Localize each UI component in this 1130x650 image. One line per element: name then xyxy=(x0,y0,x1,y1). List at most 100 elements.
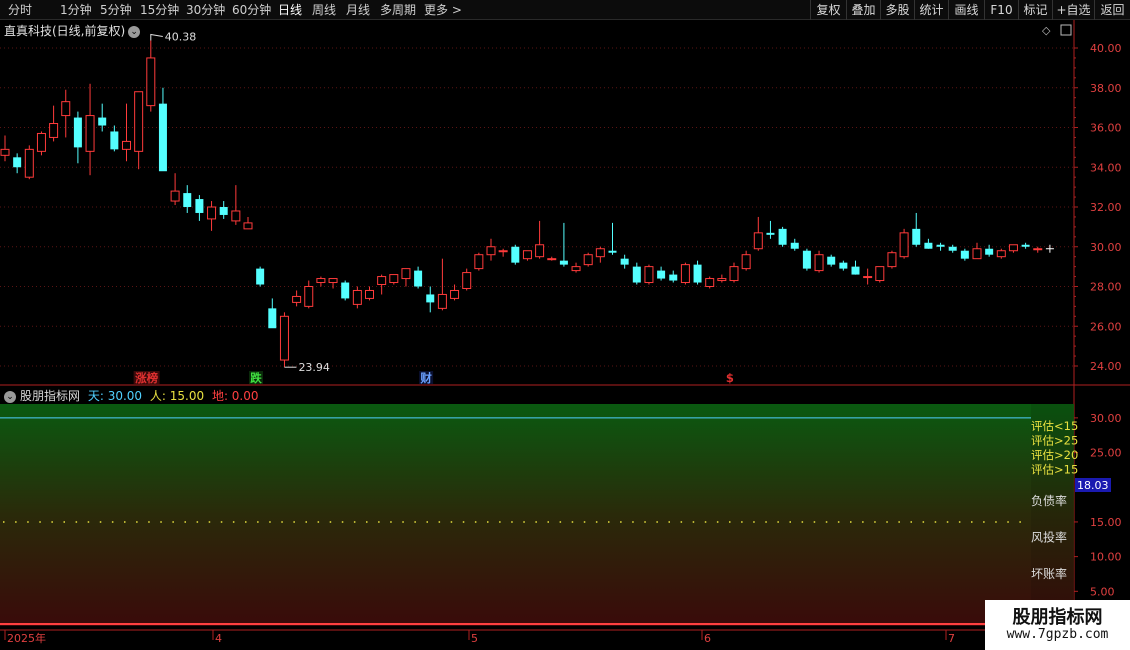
low-price-label: 23.94 xyxy=(298,361,330,374)
price-tick-label: 28.00 xyxy=(1090,281,1122,294)
period-tab-15min[interactable]: 15分钟 xyxy=(140,2,179,18)
period-tab-fenshi[interactable]: 分时 xyxy=(8,2,32,18)
current-value-label: 18.03 xyxy=(1077,479,1109,492)
current-value-box xyxy=(1075,478,1111,492)
chart-canvas: 40.00 38.00 36.00 34.00 32.00 30.00 28.00 26.00… xyxy=(0,20,1130,645)
candle-body xyxy=(1033,248,1043,251)
candle-body xyxy=(486,246,496,256)
candle-body xyxy=(741,254,751,270)
event-marker: 涨榜 xyxy=(135,371,158,385)
restore-rights-button[interactable]: 复权 xyxy=(810,0,846,20)
candle-body xyxy=(195,199,204,213)
indicator-tick-label: 15.00 xyxy=(1090,516,1122,529)
period-tab-monthly[interactable]: 月线 xyxy=(346,2,370,18)
candle-body xyxy=(73,117,82,148)
price-tick-label: 30.00 xyxy=(1090,241,1122,254)
candle-body xyxy=(960,250,969,259)
candle-body xyxy=(256,268,265,285)
candle-body xyxy=(279,315,289,361)
candle-body xyxy=(583,254,593,266)
candle-body xyxy=(729,266,739,282)
stock-chart-window: 分时 1分钟 5分钟 15分钟 30分钟 60分钟 日线 周线 月线 多周期 更… xyxy=(0,0,1130,650)
candle-body xyxy=(98,117,107,126)
period-tab-weekly[interactable]: 周线 xyxy=(312,2,336,18)
candle-body xyxy=(996,250,1006,258)
stock-name-label: 直真科技(日线,前复权) xyxy=(4,24,126,38)
multi-stock-button[interactable]: 多股 xyxy=(880,0,914,20)
candle-body xyxy=(924,242,933,249)
candle-body xyxy=(851,266,860,275)
candle-body xyxy=(292,295,302,303)
candle-body xyxy=(790,242,799,249)
draw-line-button[interactable]: 画线 xyxy=(948,0,984,20)
candle-body xyxy=(110,131,119,150)
candle-body xyxy=(352,289,362,305)
candle-body xyxy=(887,252,897,268)
candle-body xyxy=(401,268,411,280)
price-tick-label: 38.00 xyxy=(1090,82,1122,95)
candle-body xyxy=(1021,244,1030,247)
watermark-title: 股朋指标网 xyxy=(1012,607,1103,628)
add-watchlist-button[interactable]: +自选 xyxy=(1052,0,1094,20)
candle-body xyxy=(243,222,253,230)
indicator-gradient-area xyxy=(0,404,1031,626)
indicator-tick-label: 30.00 xyxy=(1090,412,1122,425)
candle-body xyxy=(753,232,763,250)
candle-body xyxy=(511,246,520,263)
period-tab-multi[interactable]: 多周期 xyxy=(380,2,416,18)
rate-label: 坏账率 xyxy=(1031,566,1067,581)
period-tab-60min[interactable]: 60分钟 xyxy=(232,2,271,18)
candle-body xyxy=(158,103,167,172)
event-marker-bg xyxy=(249,371,263,384)
period-toolbar: 分时 1分钟 5分钟 15分钟 30分钟 60分钟 日线 周线 月线 多周期 更… xyxy=(0,0,1130,20)
candle-body xyxy=(61,101,71,117)
candle-body xyxy=(693,264,702,283)
f10-button[interactable]: F10 xyxy=(984,0,1018,20)
chevron-down-icon[interactable]: ⌄ xyxy=(4,390,16,403)
time-tick-label: 7 xyxy=(948,632,955,645)
candle-body xyxy=(535,244,545,258)
stock-title: 直真科技(日线,前复权) ⌄ xyxy=(4,22,141,39)
candle-body xyxy=(426,294,435,303)
candle-body xyxy=(608,250,617,253)
candle-body xyxy=(899,232,909,258)
candle-body xyxy=(414,270,423,287)
period-tab-daily[interactable]: 日线 xyxy=(278,2,302,18)
candle-body xyxy=(972,248,982,260)
event-marker-bg xyxy=(722,371,737,384)
indicator-title: ⌄ 股朋指标网 天: 30.00 人: 15.00 地: 0.00 xyxy=(4,387,259,404)
candle-body xyxy=(146,57,156,107)
candle-body xyxy=(49,123,59,138)
candle-body xyxy=(183,193,192,207)
price-tick-label: 26.00 xyxy=(1090,320,1122,333)
candle-body xyxy=(170,190,180,202)
di-value-label: 地: 0.00 xyxy=(211,389,259,403)
mark-button[interactable]: 标记 xyxy=(1018,0,1052,20)
candle-body xyxy=(498,250,508,253)
eval-label: 评估>25 xyxy=(1031,434,1078,448)
candle-body xyxy=(632,266,641,283)
indicator-tick-label: 25.00 xyxy=(1090,447,1122,460)
back-button[interactable]: 返回 xyxy=(1094,0,1130,20)
chevron-down-icon[interactable]: ⌄ xyxy=(128,25,141,38)
overlay-button[interactable]: 叠加 xyxy=(846,0,880,20)
period-tab-5min[interactable]: 5分钟 xyxy=(100,2,132,18)
candle-body xyxy=(657,270,666,279)
candle-body xyxy=(522,250,532,260)
candle-body xyxy=(122,140,131,150)
candle-body xyxy=(304,286,314,307)
candle-body xyxy=(365,289,374,299)
indicator-tick-label: 5.00 xyxy=(1090,585,1115,598)
period-tab-1min[interactable]: 1分钟 xyxy=(60,2,92,18)
period-tab-more[interactable]: 更多 > xyxy=(424,2,462,18)
statistics-button[interactable]: 统计 xyxy=(914,0,948,20)
candle-body xyxy=(839,262,848,269)
candle-body xyxy=(450,289,460,299)
candle-body xyxy=(778,228,787,245)
candle-body xyxy=(802,250,811,269)
period-tab-30min[interactable]: 30分钟 xyxy=(186,2,225,18)
candle-body xyxy=(134,91,144,152)
candle-body xyxy=(985,248,994,255)
indicator-gradient-area xyxy=(1031,404,1074,626)
candle-body xyxy=(1008,244,1018,252)
